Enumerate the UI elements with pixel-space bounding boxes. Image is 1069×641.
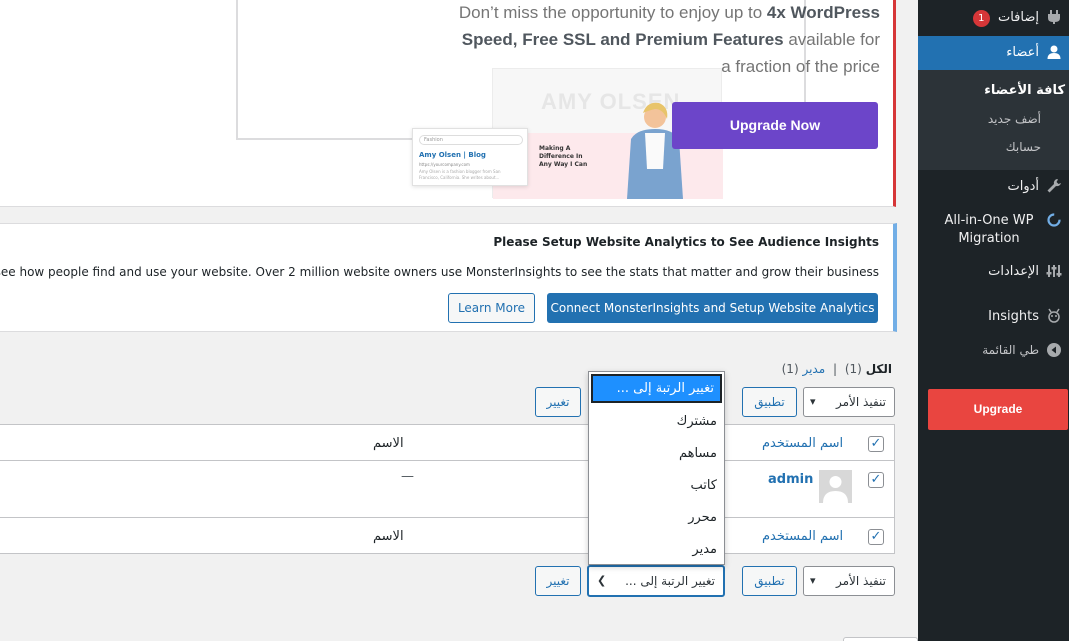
update-count-badge: 1 <box>972 10 990 27</box>
bulk-action-value: تنفيذ الأمر <box>836 395 886 409</box>
dropdown-option-editor[interactable]: محرر <box>688 510 717 525</box>
column-header-name: الاسم <box>373 436 404 451</box>
chevron-down-icon: ▾ <box>810 395 816 408</box>
row-checkbox[interactable]: ✓ <box>868 472 884 488</box>
avatar <box>819 470 852 503</box>
sidebar-item-label: All-in-One WP Migration <box>944 213 1034 246</box>
change-role-button-top[interactable]: تغيير <box>535 387 581 417</box>
apply-button-top[interactable]: تطبيق <box>742 387 797 417</box>
column-footer-username[interactable]: اسم المستخدم <box>762 529 843 544</box>
sidebar-item-users[interactable]: أعضاء <box>910 36 1069 70</box>
sidebar-item-label: إضافات <box>997 10 1039 25</box>
sidebar-item-plugins[interactable]: إضافات 1 <box>918 0 1069 36</box>
apply-button-bottom[interactable]: تطبيق <box>742 566 797 596</box>
chevron-down-icon: ❯ <box>597 574 607 587</box>
promo-text: Don’t miss the opportunity to enjoy up t… <box>420 0 880 80</box>
select-all-checkbox[interactable]: ✓ <box>868 436 884 452</box>
username-link[interactable]: admin <box>768 472 813 487</box>
promo-line1-pre: Don’t miss the opportunity to enjoy up t… <box>458 3 767 22</box>
user-icon <box>1045 44 1063 62</box>
analytics-notice: Please Setup Website Analytics to See Au… <box>0 223 897 332</box>
submenu-all-users[interactable]: كافة الأعضاء <box>984 83 1065 98</box>
sidebar-item-label: Insights <box>988 309 1039 324</box>
footer-edge <box>843 637 918 641</box>
sidebar-item-label: طي القائمة <box>982 343 1039 357</box>
users-table: ✓ اسم المستخدم الاسم ✓ admin — ✓ اسم الم… <box>0 424 895 554</box>
filter-admin-count: (1) <box>781 362 799 376</box>
mock-description: Amy Olsen is a fashion blogger from San … <box>419 169 501 180</box>
sidebar-item-label: أدوات <box>1007 179 1039 194</box>
column-footer-name: الاسم <box>373 529 404 544</box>
bulk-action-select-bottom[interactable]: تنفيذ الأمر ▾ <box>803 566 895 596</box>
mock-url: https://yourcompany.com <box>419 162 470 167</box>
filter-admin[interactable]: مدير <box>802 362 825 376</box>
sidebar-item-settings[interactable]: الإعدادات <box>918 256 1069 290</box>
sidebar-item-insights[interactable]: Insights <box>918 300 1069 334</box>
mock-blog-title: Amy Olsen | Blog <box>419 151 486 159</box>
submenu-add-new[interactable]: أضف جديد <box>988 112 1041 126</box>
change-role-select-bottom[interactable]: تغيير الرتبة إلى ... ❯ <box>587 565 725 597</box>
promo-line3: a fraction of the price <box>721 57 880 76</box>
wrench-icon <box>1045 178 1063 196</box>
change-role-value: تغيير الرتبة إلى ... <box>625 574 715 588</box>
promo-line2-bold: Speed, Free SSL and Premium Features <box>461 30 784 49</box>
notice-body: u can see how people find and use your w… <box>0 265 879 279</box>
sidebar-item-label: الإعدادات <box>988 264 1039 279</box>
upgrade-now-button[interactable]: Upgrade Now <box>672 102 878 149</box>
role-filter-links: الكل (1) | مدير (1) <box>782 362 892 376</box>
admin-sidebar: إضافات 1 أعضاء كافة الأعضاء أضف جديد حسا… <box>910 0 1069 641</box>
dropdown-option-placeholder[interactable]: تغيير الرتبة إلى ... <box>591 374 722 403</box>
mock-tagline: Making A Difference In Any Way I Can <box>539 145 588 168</box>
plugin-icon <box>1045 9 1063 27</box>
migration-icon <box>1045 212 1063 230</box>
sidebar-upgrade-button[interactable]: Upgrade <box>928 389 1068 430</box>
sidebar-item-all-in-one-migration[interactable]: All-in-One WP Migration <box>918 204 1069 256</box>
sliders-icon <box>1045 263 1063 281</box>
change-role-button-bottom[interactable]: تغيير <box>535 566 581 596</box>
filter-separator: | <box>832 362 838 376</box>
collapse-icon <box>1045 342 1063 360</box>
filter-all-count: (1) <box>844 362 862 376</box>
bulk-action-value: تنفيذ الأمر <box>836 574 886 588</box>
dropdown-option-administrator[interactable]: مدير <box>692 542 717 557</box>
dropdown-option-contributor[interactable]: مساهم <box>679 446 717 461</box>
column-header-username[interactable]: اسم المستخدم <box>762 436 843 451</box>
promo-blog-card-mockup: Fashion Amy Olsen | Blog https://yourcom… <box>412 128 528 186</box>
filter-all[interactable]: الكل <box>866 362 892 376</box>
promo-line1-bold: 4x WordPress <box>766 3 880 22</box>
select-all-checkbox-footer[interactable]: ✓ <box>868 529 884 545</box>
user-display-name: — <box>401 469 414 484</box>
upgrade-promo-banner: AMY OLSEN Making A Difference In Any Way… <box>0 0 896 207</box>
sidebar-collapse-menu[interactable]: طي القائمة <box>918 334 1069 368</box>
connect-monsterinsights-button[interactable]: Connect MonsterInsights and Setup Websit… <box>547 293 878 323</box>
submenu-profile[interactable]: حسابك <box>1006 140 1041 154</box>
promo-line2-post: available for <box>783 30 880 49</box>
change-role-dropdown-list: تغيير الرتبة إلى ... مشترك مساهم كاتب مح… <box>588 371 725 565</box>
dropdown-option-subscriber[interactable]: مشترك <box>677 414 717 429</box>
sidebar-item-label: أعضاء <box>1006 45 1039 60</box>
chevron-down-icon: ▾ <box>810 574 816 587</box>
learn-more-button[interactable]: Learn More <box>448 293 535 323</box>
sidebar-item-tools[interactable]: أدوات <box>918 170 1069 204</box>
notice-title: Please Setup Website Analytics to See Au… <box>493 235 879 249</box>
mock-search-field: Fashion <box>419 135 523 145</box>
bulk-action-select-top[interactable]: تنفيذ الأمر ▾ <box>803 387 895 417</box>
insights-icon <box>1045 308 1063 326</box>
users-submenu: كافة الأعضاء أضف جديد حسابك <box>918 70 1069 170</box>
dropdown-option-author[interactable]: كاتب <box>690 478 717 493</box>
